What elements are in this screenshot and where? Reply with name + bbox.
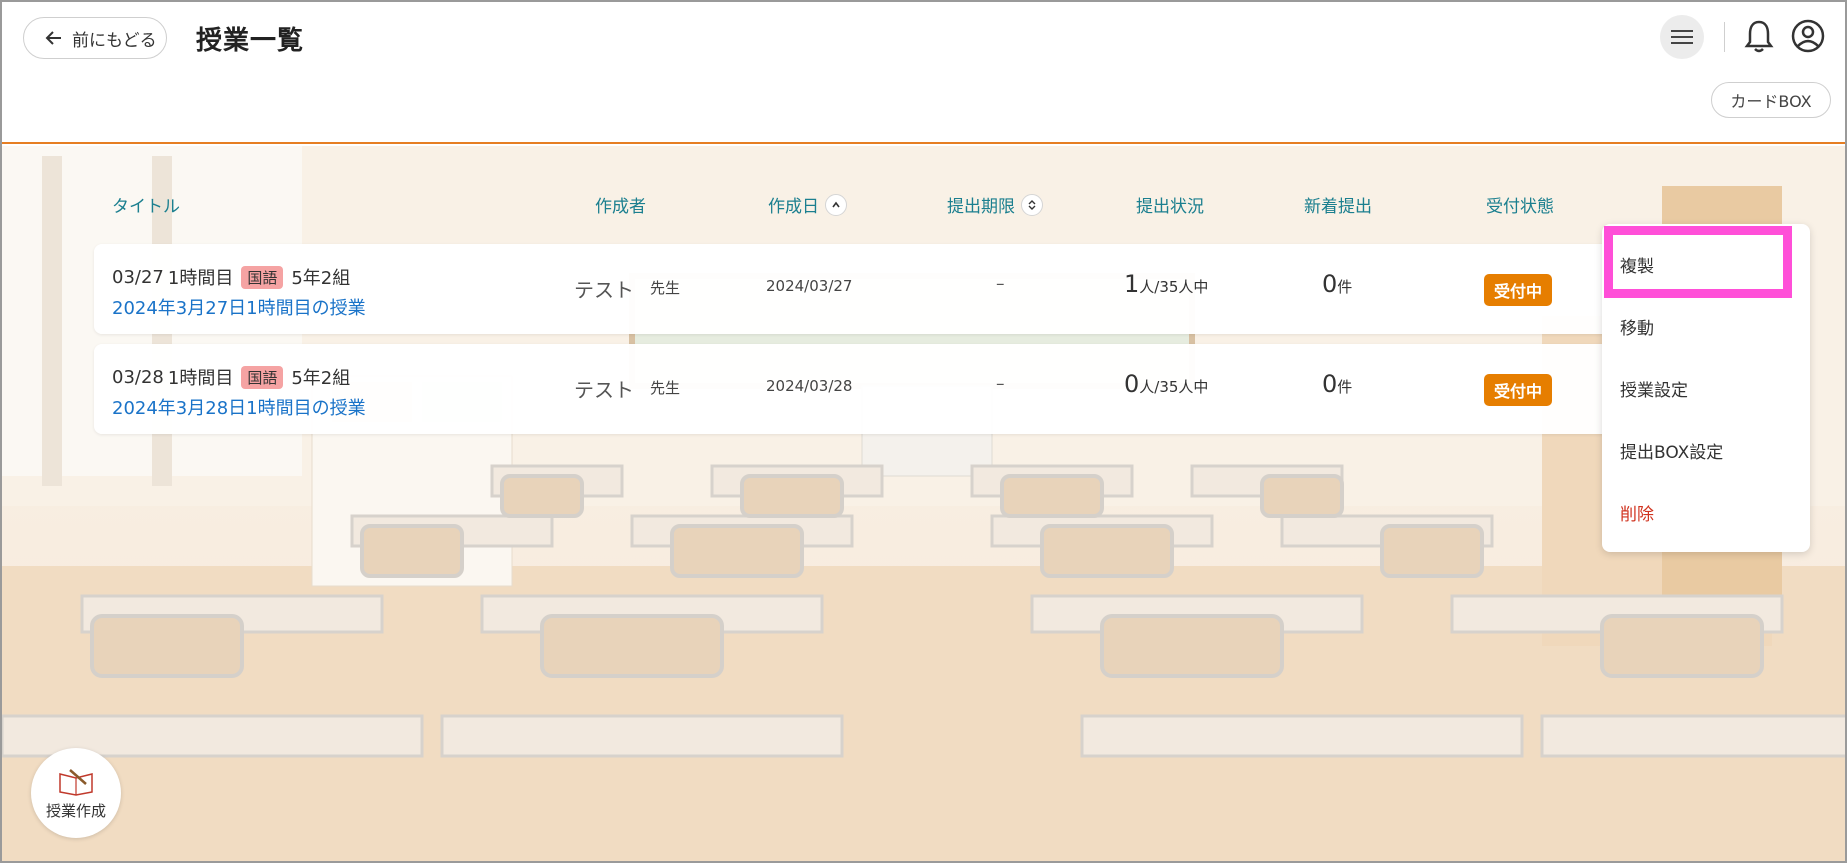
status-badge: 受付中	[1484, 374, 1553, 406]
column-header-title-label: タイトル	[112, 197, 180, 217]
column-header-deadline-label: 提出期限	[947, 197, 1015, 217]
arrow-left-icon	[45, 31, 61, 45]
menu-button[interactable]	[1660, 15, 1704, 59]
status-badge: 受付中	[1484, 274, 1553, 306]
new-suffix: 件	[1337, 378, 1353, 396]
deadline: –	[996, 374, 1005, 394]
bell-icon	[1744, 20, 1774, 53]
header-bar: 前にもどる 授業一覧 カードBOX	[2, 2, 1845, 144]
column-header-author-label: 作成者	[595, 197, 646, 217]
new-submission: 0件	[1322, 370, 1352, 398]
author-suffix: 先生	[650, 279, 681, 297]
subject-badge: 国語	[241, 365, 284, 389]
hamburger-icon	[1671, 30, 1693, 44]
author-name: テスト	[574, 378, 634, 402]
column-header-submission-label: 提出状況	[1136, 197, 1204, 217]
lesson-meta: 03/27 1時間目 国語 5年2組	[112, 264, 350, 290]
context-menu: 複製 移動 授業設定 提出BOX設定 削除	[1602, 224, 1810, 552]
menu-item-lesson-settings[interactable]: 授業設定	[1620, 376, 1688, 401]
menu-item-move[interactable]: 移動	[1620, 314, 1654, 339]
submission-status: 1人/35人中	[1124, 270, 1208, 298]
column-header-title: タイトル	[112, 192, 180, 217]
create-lesson-button[interactable]: 授業作成	[31, 748, 121, 838]
column-header-author: 作成者	[595, 192, 646, 217]
column-header-created-label: 作成日	[768, 197, 819, 217]
new-submission: 0件	[1322, 270, 1352, 298]
created-date: 2024/03/28	[766, 377, 853, 395]
column-header-new-submission-label: 新着提出	[1304, 197, 1372, 217]
sort-chevron-up-icon[interactable]	[825, 193, 847, 216]
column-header-status: 受付状態	[1486, 192, 1554, 217]
lesson-class: 5年2組	[291, 368, 351, 389]
new-count: 0	[1322, 370, 1338, 398]
subject-badge: 国語	[241, 265, 284, 289]
column-header-deadline[interactable]: 提出期限	[947, 192, 1043, 217]
back-button[interactable]: 前にもどる	[23, 17, 167, 59]
user-account-button[interactable]	[1790, 18, 1826, 54]
lesson-date: 03/27	[112, 266, 164, 288]
page-title: 授業一覧	[196, 26, 305, 56]
menu-item-submit-box-settings[interactable]: 提出BOX設定	[1620, 438, 1723, 463]
lesson-class: 5年2組	[291, 268, 351, 289]
new-suffix: 件	[1337, 278, 1353, 296]
submitted-count: 1	[1124, 270, 1140, 298]
user-circle-icon	[1791, 19, 1825, 53]
back-button-label: 前にもどる	[72, 30, 157, 51]
app-window: 前にもどる 授業一覧 カードBOX タイトル 作成者 作成日 提出期限 提出状況…	[0, 0, 1847, 863]
lesson-period: 1時間目	[167, 268, 234, 289]
table-row[interactable]: 03/27 1時間目 国語 5年2組 2024年3月27日1時間目の授業 テスト…	[94, 244, 1624, 334]
lesson-period: 1時間目	[167, 368, 234, 389]
cardbox-button[interactable]: カードBOX	[1711, 82, 1831, 118]
table-row[interactable]: 03/28 1時間目 国語 5年2組 2024年3月28日1時間目の授業 テスト…	[94, 344, 1624, 434]
lesson-title-link[interactable]: 2024年3月27日1時間目の授業	[112, 294, 366, 320]
deadline: –	[996, 274, 1005, 294]
created-date: 2024/03/27	[766, 277, 853, 295]
column-header-new-submission: 新着提出	[1304, 192, 1372, 217]
submitted-suffix: 人/35人中	[1139, 278, 1209, 296]
new-count: 0	[1322, 270, 1338, 298]
column-header-created[interactable]: 作成日	[768, 192, 847, 217]
menu-item-delete[interactable]: 削除	[1620, 500, 1654, 525]
submitted-count: 0	[1124, 370, 1140, 398]
submission-status: 0人/35人中	[1124, 370, 1208, 398]
lesson-date: 03/28	[112, 366, 164, 388]
header-divider	[1724, 22, 1725, 52]
author-name: テスト	[574, 278, 634, 302]
create-lesson-label: 授業作成	[45, 801, 106, 820]
lesson-meta: 03/28 1時間目 国語 5年2組	[112, 364, 350, 390]
sort-chevron-updown-icon[interactable]	[1021, 193, 1043, 216]
column-header-submission: 提出状況	[1136, 192, 1204, 217]
lesson-title-link[interactable]: 2024年3月28日1時間目の授業	[112, 394, 366, 420]
notification-button[interactable]	[1742, 18, 1776, 54]
submitted-suffix: 人/35人中	[1139, 378, 1209, 396]
menu-item-duplicate[interactable]: 複製	[1620, 252, 1654, 277]
author-suffix: 先生	[650, 379, 681, 397]
column-header-status-label: 受付状態	[1486, 197, 1554, 217]
notebook-pencil-icon	[59, 768, 93, 796]
